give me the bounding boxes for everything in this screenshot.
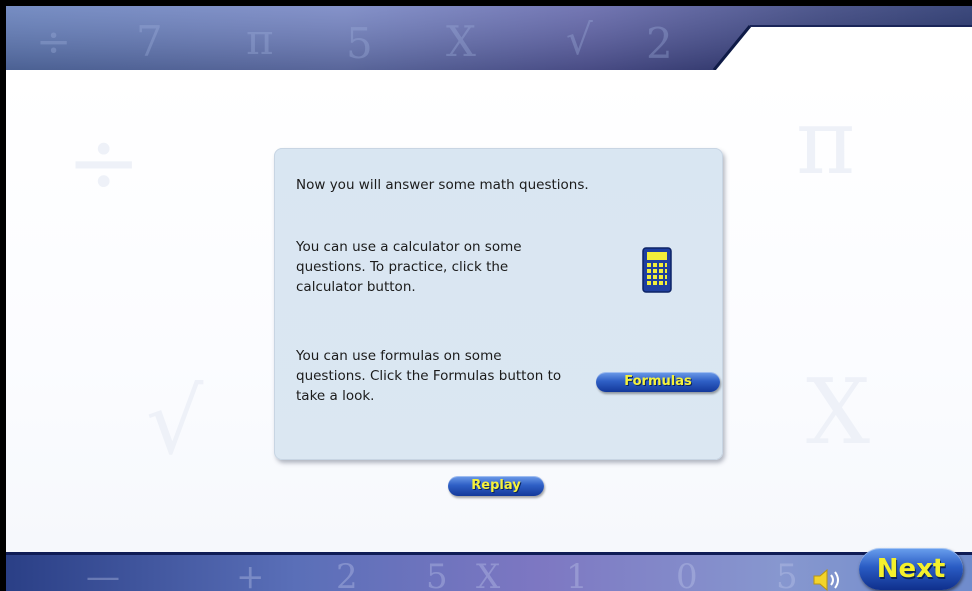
- speaker-icon[interactable]: [812, 568, 844, 591]
- svg-text:2: 2: [336, 557, 358, 591]
- intro-text: Now you will answer some math questions.: [296, 177, 589, 193]
- background-decoration: π: [796, 90, 856, 195]
- background-decoration: X: [806, 360, 871, 465]
- svg-text:1: 1: [566, 557, 588, 591]
- svg-text:0: 0: [676, 557, 698, 591]
- formulas-button[interactable]: Formulas: [596, 372, 720, 392]
- app-frame: ÷ 7 π 5 X √ 2 ÷ π √ X Now you will answe…: [6, 6, 972, 591]
- next-button[interactable]: Next: [859, 548, 963, 590]
- svg-text:5: 5: [346, 19, 373, 68]
- background-decoration: √: [146, 370, 204, 475]
- instructions-panel: Now you will answer some math questions.…: [274, 148, 723, 460]
- replay-button[interactable]: Replay: [448, 476, 544, 496]
- svg-text:5: 5: [426, 557, 448, 591]
- calculator-icon[interactable]: [642, 247, 672, 293]
- background-decoration: ÷: [66, 110, 142, 215]
- calculator-instructions: You can use a calculator on some questio…: [296, 239, 522, 295]
- svg-text:π: π: [246, 15, 274, 64]
- svg-text:√: √: [566, 15, 593, 64]
- svg-text:X: X: [446, 17, 476, 66]
- svg-text:7: 7: [136, 17, 163, 66]
- svg-text:—: —: [86, 557, 120, 591]
- svg-text:X: X: [476, 557, 501, 591]
- top-banner: ÷ 7 π 5 X √ 2: [6, 6, 972, 70]
- svg-text:5: 5: [776, 557, 798, 591]
- svg-text:÷: ÷: [36, 17, 71, 66]
- formula-instructions: You can use formulas on some questions. …: [296, 348, 562, 404]
- svg-text:+: +: [236, 557, 265, 591]
- svg-text:2: 2: [646, 19, 673, 68]
